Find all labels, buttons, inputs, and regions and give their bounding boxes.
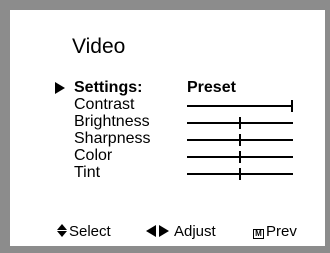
menu-item-tint[interactable]: Tint (10, 165, 325, 181)
left-right-arrows-icon (146, 225, 171, 237)
menu-item-brightness[interactable]: Brightness (10, 114, 325, 130)
up-down-arrows-icon (57, 224, 67, 237)
menu-button-icon: M (253, 229, 264, 239)
adjust-label: Adjust (174, 223, 216, 240)
brightness-slider-thumb[interactable] (239, 117, 241, 129)
help-select: Select (57, 223, 111, 241)
color-slider-thumb[interactable] (239, 151, 241, 163)
color-slider[interactable] (187, 151, 293, 163)
brightness-label: Brightness (74, 113, 150, 130)
sharpness-slider-thumb[interactable] (239, 134, 241, 146)
menu-title: Video (72, 35, 126, 58)
tint-label: Tint (74, 164, 101, 181)
cursor-arrow-icon (55, 82, 65, 94)
prev-label: Prev (266, 223, 297, 240)
settings-value: Preset (187, 79, 236, 96)
tint-slider[interactable] (187, 168, 293, 180)
tint-slider-thumb[interactable] (239, 168, 241, 180)
contrast-slider-thumb[interactable] (291, 100, 293, 112)
menu-item-sharpness[interactable]: Sharpness (10, 131, 325, 147)
menu-item-color[interactable]: Color (10, 148, 325, 164)
contrast-label: Contrast (74, 96, 135, 113)
color-label: Color (74, 147, 113, 164)
sharpness-slider[interactable] (187, 134, 293, 146)
menu-item-settings[interactable]: Settings: Preset (10, 80, 325, 96)
settings-label: Settings: (74, 79, 143, 96)
sharpness-label: Sharpness (74, 130, 151, 147)
help-bar: Select Adjust M Prev (10, 223, 325, 241)
help-prev: M Prev (253, 223, 297, 241)
osd-screen: Video Settings: Preset Contrast Brightne… (10, 10, 325, 246)
select-label: Select (69, 223, 111, 240)
contrast-slider[interactable] (187, 100, 293, 112)
menu-item-contrast[interactable]: Contrast (10, 97, 325, 113)
brightness-slider[interactable] (187, 117, 293, 129)
help-adjust: Adjust (146, 223, 216, 241)
